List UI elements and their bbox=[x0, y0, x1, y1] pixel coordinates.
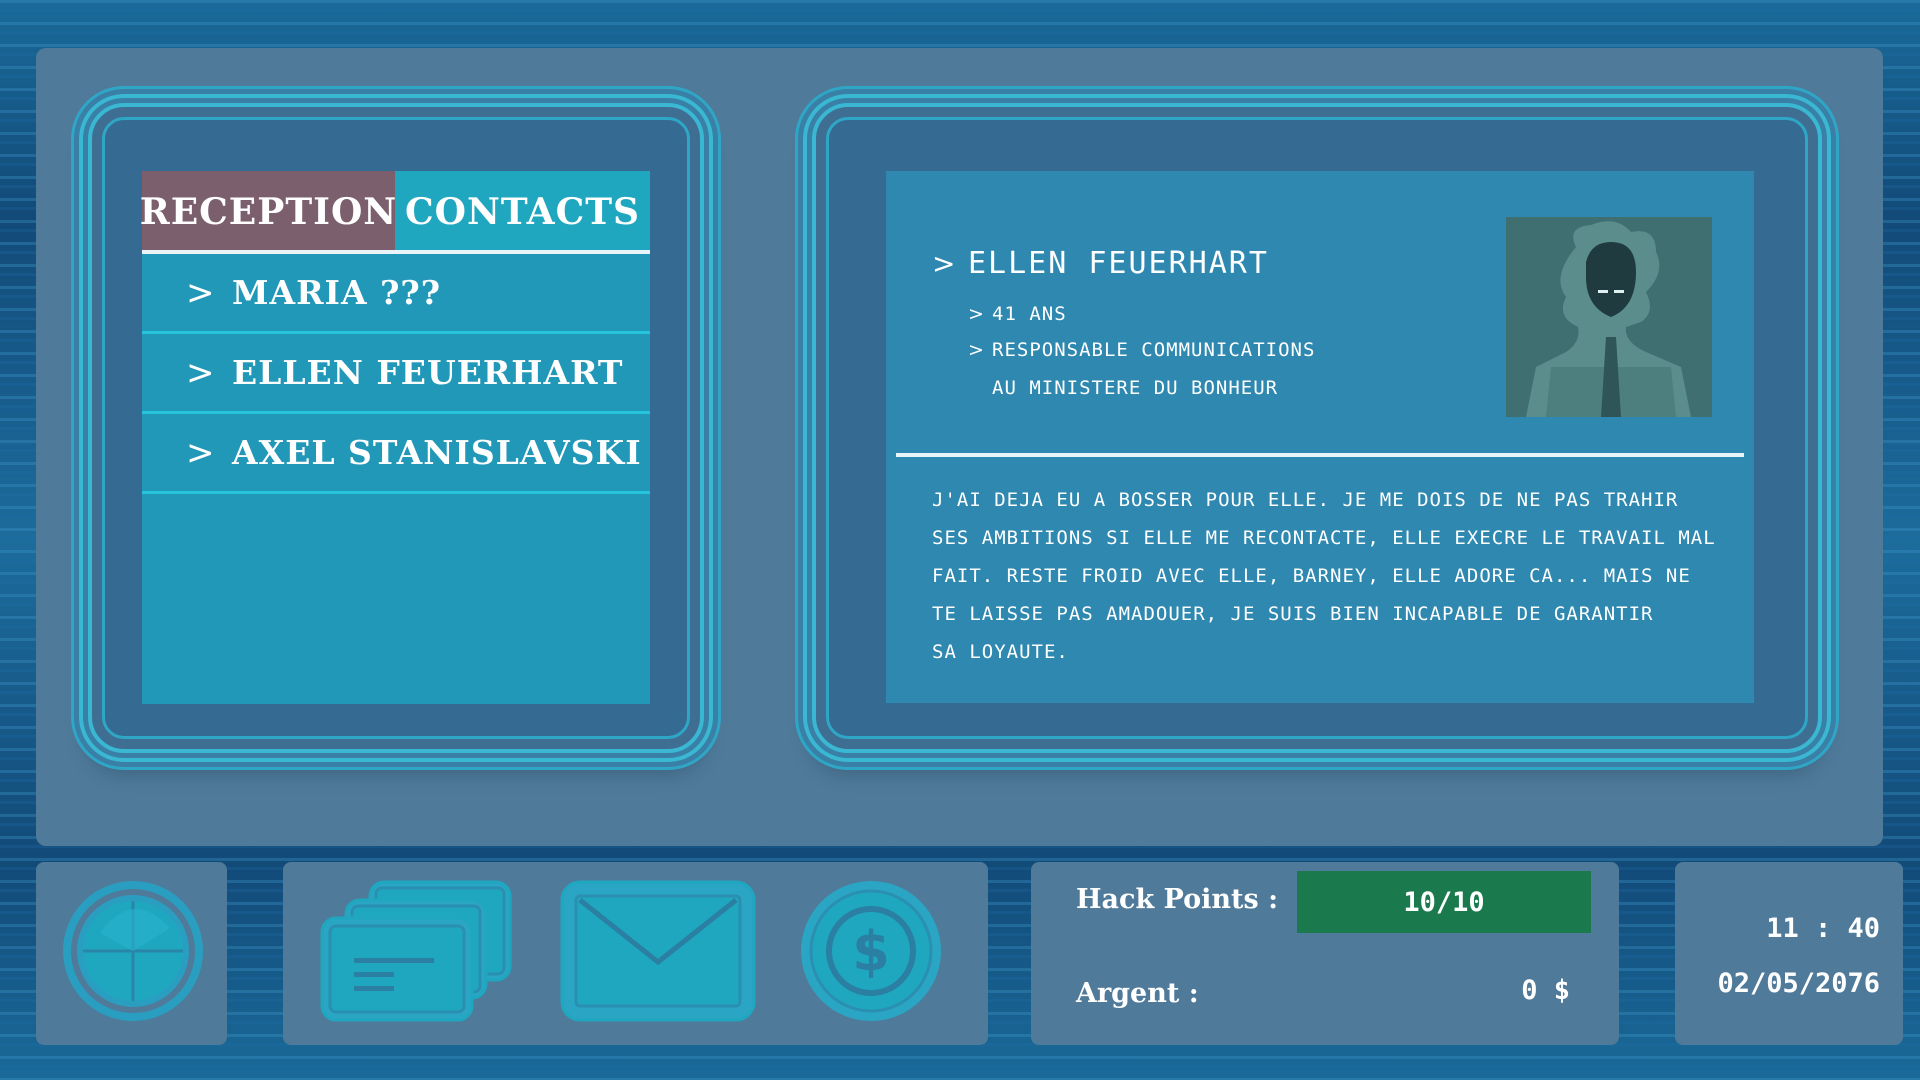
message-sender: MARIA ??? bbox=[232, 273, 442, 312]
bio-line: SES AMBITIONS SI ELLE ME RECONTACTE, ELL… bbox=[932, 527, 1716, 549]
contact-role-line1: RESPONSABLE COMMUNICATIONS bbox=[992, 339, 1316, 361]
tab-contacts[interactable]: CONTACTS bbox=[395, 171, 650, 253]
money-value: 0 $ bbox=[1521, 975, 1570, 1006]
contact-role-line2: AU MINISTERE DU BONHEUR bbox=[992, 377, 1279, 399]
message-item-maria[interactable]: > MARIA ??? bbox=[142, 254, 650, 334]
hack-points-label: Hack Points : bbox=[1076, 884, 1279, 915]
message-sender: AXEL STANISLAVSKI bbox=[232, 433, 642, 472]
message-sender: ELLEN FEUERHART bbox=[232, 353, 624, 392]
chevron-right-icon: > bbox=[186, 272, 216, 313]
detail-divider bbox=[896, 453, 1744, 457]
contact-age-text: 41 ANS bbox=[992, 303, 1067, 325]
svg-text:$: $ bbox=[852, 920, 890, 983]
bio-line: SA LOYAUTE. bbox=[932, 641, 1069, 663]
mail-icon[interactable] bbox=[558, 878, 758, 1028]
message-tabs: RECEPTION CONTACTS bbox=[140, 171, 650, 253]
clock-time: 11 : 40 bbox=[1766, 913, 1880, 944]
clock-date: 02/05/2076 bbox=[1717, 968, 1880, 999]
contact-role: > RESPONSABLE COMMUNICATIONS bbox=[968, 339, 1316, 361]
coin-icon[interactable]: $ bbox=[798, 878, 944, 1028]
bio-line: TE LAISSE PAS AMADOUER, JE SUIS BIEN INC… bbox=[932, 603, 1654, 625]
clock-box bbox=[1675, 862, 1903, 1045]
bio-line: FAIT. RESTE FROID AVEC ELLE, BARNEY, ELL… bbox=[932, 565, 1691, 587]
contact-bio: J'AI DEJA EU A BOSSER POUR ELLE. JE ME D… bbox=[932, 481, 1732, 671]
chevron-right-icon: > bbox=[186, 432, 216, 473]
chevron-right-icon: > bbox=[186, 352, 216, 393]
contact-age: >41 ANS bbox=[968, 303, 1067, 325]
contact-name: > ELLEN FEUERHART bbox=[932, 246, 1269, 281]
cards-icon[interactable] bbox=[318, 878, 518, 1028]
message-list: > MARIA ??? > ELLEN FEUERHART > AXEL STA… bbox=[142, 254, 650, 704]
message-item-ellen[interactable]: > ELLEN FEUERHART bbox=[142, 334, 650, 414]
contact-portrait bbox=[1506, 217, 1712, 417]
bio-line: J'AI DEJA EU A BOSSER POUR ELLE. JE ME D… bbox=[932, 489, 1679, 511]
radar-icon[interactable] bbox=[60, 878, 206, 1028]
chevron-right-icon: > bbox=[968, 303, 985, 325]
hack-points-value: 10/10 bbox=[1403, 886, 1485, 918]
tab-reception[interactable]: RECEPTION bbox=[140, 171, 396, 253]
chevron-right-icon: > bbox=[932, 247, 958, 280]
contact-name-text: ELLEN FEUERHART bbox=[968, 246, 1269, 281]
hack-points-bar: 10/10 bbox=[1297, 871, 1591, 933]
money-label: Argent : bbox=[1076, 978, 1199, 1009]
chevron-right-icon: > bbox=[968, 339, 985, 361]
contact-detail: > ELLEN FEUERHART >41 ANS > RESPONSABLE CO… bbox=[886, 171, 1754, 703]
message-item-axel[interactable]: > AXEL STANISLAVSKI bbox=[142, 414, 650, 494]
